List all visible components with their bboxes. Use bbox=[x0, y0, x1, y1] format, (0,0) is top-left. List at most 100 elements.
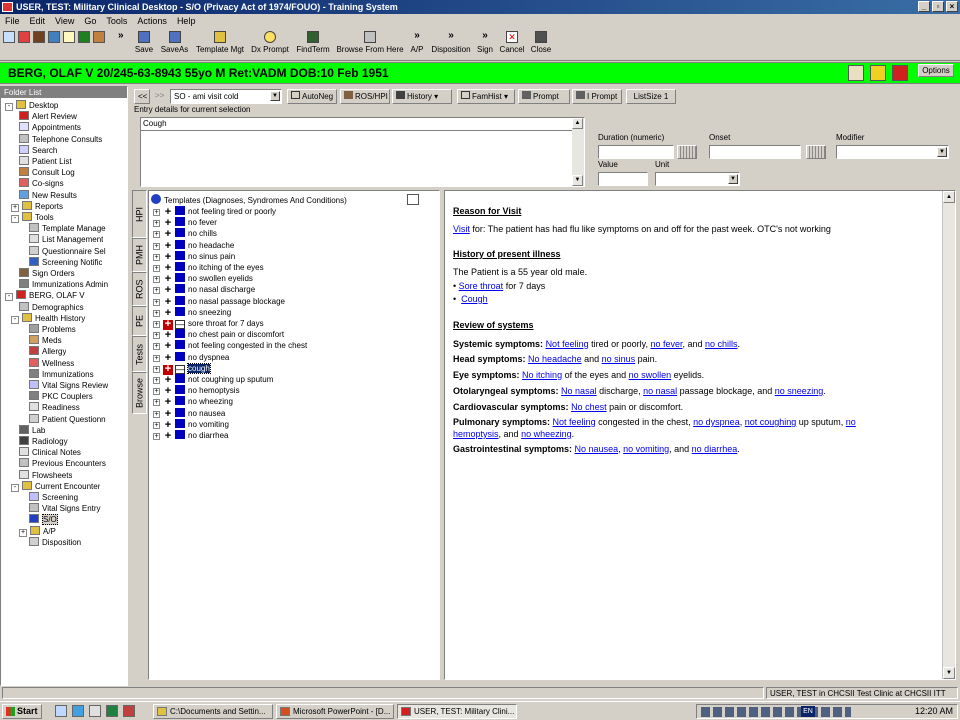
folder-item[interactable]: Allergy bbox=[29, 346, 66, 357]
language-indicator[interactable]: EN bbox=[801, 706, 815, 717]
expand-icon[interactable]: + bbox=[153, 276, 160, 284]
tab-hpi[interactable]: HPI bbox=[132, 190, 147, 238]
ros-link[interactable]: no diarrhea bbox=[692, 444, 738, 454]
close-button[interactable]: Close bbox=[529, 30, 553, 59]
expand-icon[interactable]: + bbox=[153, 309, 160, 317]
prompt-button[interactable]: Prompt bbox=[518, 89, 570, 104]
folder-item[interactable]: - Tools bbox=[11, 212, 54, 223]
tab-tests[interactable]: Tests bbox=[132, 336, 147, 372]
collapse-icon[interactable]: - bbox=[5, 103, 13, 111]
folder-item[interactable]: Co-signs bbox=[19, 178, 64, 189]
visit-link[interactable]: Visit bbox=[453, 224, 470, 234]
template-row[interactable]: + + no sneezing bbox=[153, 306, 231, 318]
autoneg-button[interactable]: AutoNeg bbox=[287, 89, 337, 104]
folder-item[interactable]: Immunizations bbox=[29, 368, 94, 380]
template-row[interactable]: + + no nasal discharge bbox=[153, 284, 255, 296]
folder-item[interactable]: Clinical Notes bbox=[19, 447, 81, 458]
plus-toggle-icon[interactable]: + bbox=[163, 431, 173, 442]
ros-link[interactable]: no nasal bbox=[643, 386, 677, 396]
negative-toggle-icon[interactable] bbox=[175, 407, 185, 417]
folder-item[interactable]: - Desktop bbox=[5, 100, 58, 111]
sore-throat-link[interactable]: Sore throat bbox=[459, 281, 504, 291]
template-row[interactable]: + + — sore throat for 7 days bbox=[153, 318, 264, 330]
folder-item[interactable]: Template Manage bbox=[29, 223, 106, 234]
folder-item[interactable]: Screening Notific bbox=[29, 256, 102, 268]
folder-item[interactable]: - Health History bbox=[11, 312, 85, 324]
outlook-icon[interactable] bbox=[72, 705, 84, 717]
listsize-button[interactable]: ListSize 1 bbox=[626, 89, 676, 104]
negative-toggle-icon[interactable] bbox=[175, 329, 185, 339]
tools-icon[interactable] bbox=[18, 31, 30, 43]
negative-toggle-icon[interactable] bbox=[175, 250, 185, 260]
expand-icon[interactable]: + bbox=[153, 287, 160, 295]
template-row[interactable]: + + no itching of the eyes bbox=[153, 262, 264, 274]
folder-item[interactable]: Problems bbox=[29, 324, 76, 335]
template-select[interactable]: SO - ami visit cold ▼ bbox=[170, 89, 282, 104]
negative-toggle-icon[interactable] bbox=[175, 418, 185, 428]
tab-pmh[interactable]: PMH bbox=[132, 238, 147, 272]
expand-icon[interactable]: + bbox=[153, 332, 160, 340]
famhist-button[interactable]: FamHist ▾ bbox=[457, 89, 515, 104]
folder-item[interactable]: Demographics bbox=[19, 301, 84, 313]
folder-item[interactable]: - BERG, OLAF V bbox=[5, 290, 85, 302]
expand-icon[interactable]: + bbox=[153, 388, 160, 396]
entry-comment-area[interactable] bbox=[141, 132, 572, 186]
template-row[interactable]: + + not feeling tired or poorly bbox=[153, 206, 276, 218]
ros-link[interactable]: hemoptysis bbox=[453, 429, 499, 439]
tab-ros[interactable]: ROS bbox=[132, 272, 147, 306]
folder-item[interactable]: Flowsheets bbox=[19, 469, 72, 481]
expand-icon[interactable]: + bbox=[153, 253, 160, 261]
taskbar-clinical-desktop[interactable]: USER, TEST: Military Clini... bbox=[397, 704, 517, 719]
negative-toggle-icon[interactable] bbox=[175, 396, 185, 406]
negative-toggle-icon[interactable] bbox=[175, 385, 185, 395]
negative-toggle-icon[interactable] bbox=[175, 351, 185, 361]
template-row[interactable]: + + no sinus pain bbox=[153, 250, 235, 262]
expand-icon[interactable]: + bbox=[153, 265, 160, 272]
expand-icon[interactable]: + bbox=[153, 377, 160, 384]
entry-scrollbar[interactable]: ▲ ▼ bbox=[572, 118, 584, 186]
signature-icon[interactable] bbox=[848, 65, 864, 81]
template-mgt-button[interactable]: Template Mgt bbox=[194, 30, 246, 59]
toolbar-overflow-icon[interactable]: » bbox=[118, 30, 124, 41]
template-row[interactable]: + + no dyspnea bbox=[153, 351, 229, 363]
ie-icon[interactable] bbox=[55, 705, 67, 717]
menu-view[interactable]: View bbox=[50, 14, 79, 28]
briefcase-icon[interactable] bbox=[33, 31, 45, 43]
template-row[interactable]: + + no chest pain or discomfort bbox=[153, 329, 284, 341]
folder-item[interactable]: + Reports bbox=[11, 200, 63, 212]
templates-root[interactable]: Templates (Diagnoses, Syndromes And Cond… bbox=[151, 194, 347, 205]
template-row[interactable]: + + no chills bbox=[153, 228, 217, 240]
cough-link[interactable]: Cough bbox=[461, 294, 488, 304]
sign-button[interactable]: » Sign bbox=[475, 30, 495, 59]
menu-tools[interactable]: Tools bbox=[101, 14, 132, 28]
folder-item[interactable]: Meds bbox=[29, 335, 62, 346]
ros-link[interactable]: No chest bbox=[571, 402, 607, 412]
scroll-up-icon[interactable]: ▲ bbox=[943, 191, 955, 203]
negative-toggle-icon[interactable] bbox=[175, 295, 185, 305]
browse-from-here-button[interactable]: Browse From Here bbox=[336, 30, 404, 59]
disposition-button[interactable]: » Disposition bbox=[430, 30, 472, 59]
back-button[interactable]: << bbox=[134, 89, 150, 104]
expand-icon[interactable]: + bbox=[153, 321, 160, 328]
collapse-icon[interactable]: - bbox=[5, 293, 13, 302]
folder-item[interactable]: Screening bbox=[29, 492, 78, 503]
ros-link[interactable]: no swollen bbox=[629, 370, 672, 380]
folder-item[interactable]: Radiology bbox=[19, 436, 68, 447]
menu-file[interactable]: File bbox=[0, 14, 25, 28]
folder-item[interactable]: Search bbox=[19, 144, 57, 156]
template-row[interactable]: + + no fever bbox=[153, 217, 217, 229]
expand-icon[interactable]: + bbox=[153, 298, 160, 306]
folder-item[interactable]: Sign Orders bbox=[19, 268, 75, 279]
collapse-icon[interactable]: - bbox=[11, 315, 19, 324]
menu-edit[interactable]: Edit bbox=[25, 14, 51, 28]
expand-icon[interactable]: + bbox=[153, 433, 160, 440]
ros-link[interactable]: no vomiting bbox=[623, 444, 669, 454]
negative-toggle-icon[interactable] bbox=[175, 239, 185, 249]
duration-input[interactable] bbox=[598, 145, 674, 159]
menu-go[interactable]: Go bbox=[79, 14, 101, 28]
ros-link[interactable]: Not feeling bbox=[546, 339, 589, 349]
ros-link[interactable]: No nausea bbox=[575, 444, 619, 454]
modifier-select[interactable]: ▼ bbox=[836, 145, 949, 159]
onset-input[interactable] bbox=[709, 145, 801, 159]
folder-item[interactable]: Consult Log bbox=[19, 167, 75, 178]
